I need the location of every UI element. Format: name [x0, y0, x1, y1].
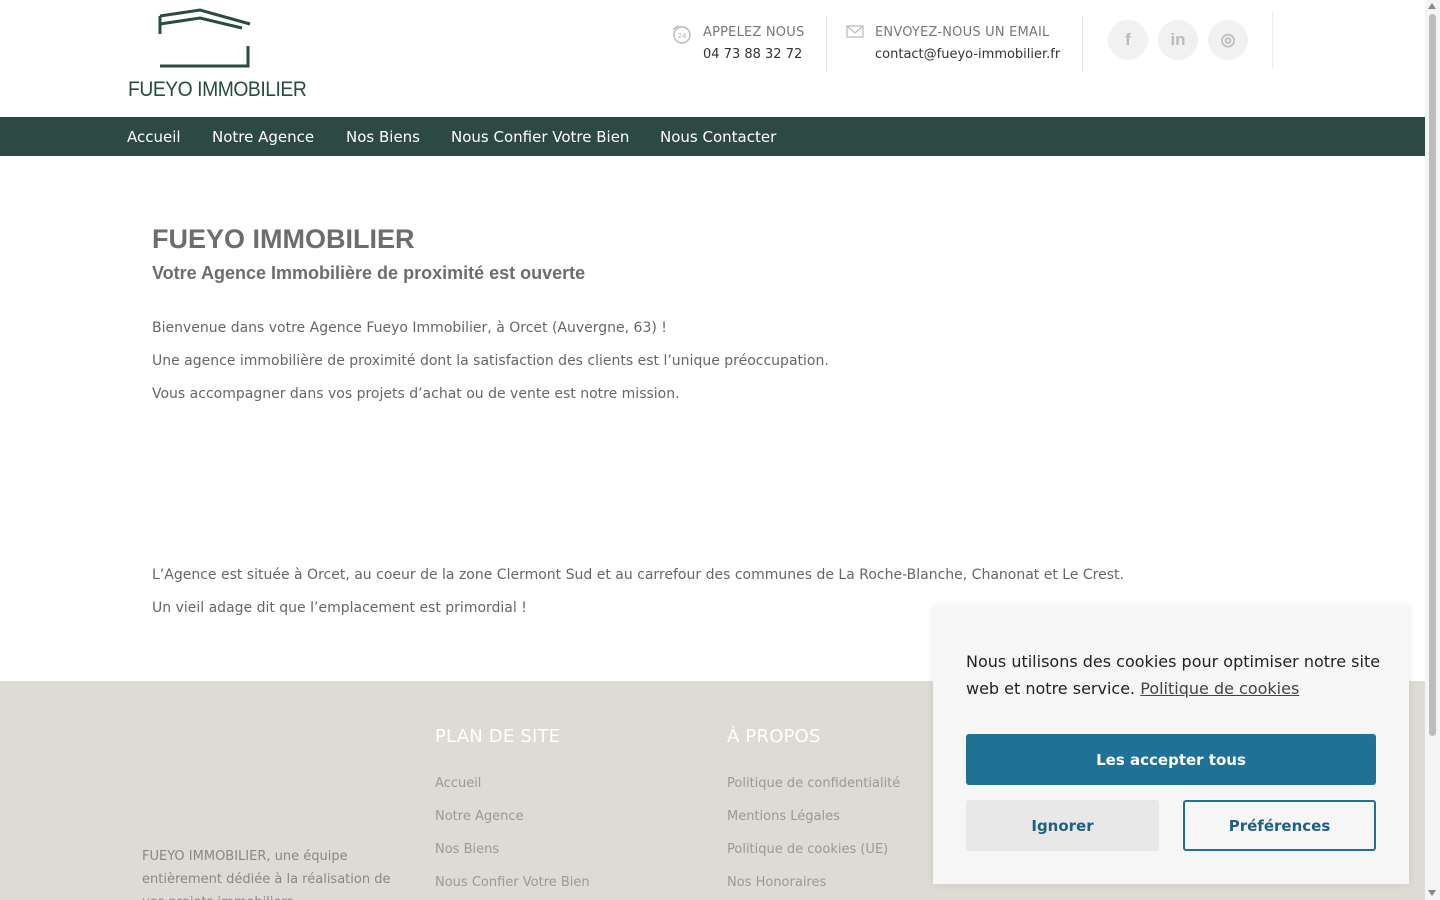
nav-item-nos-biens[interactable]: Nos Biens	[346, 128, 420, 146]
scroll-down-arrow-icon[interactable]	[1428, 890, 1436, 896]
site-header: FUEYO IMMOBILIER 24 APPELEZ NOUS 04 73 8…	[0, 0, 1425, 117]
location-paragraph-1: L’Agence est située à Orcet, au coeur de…	[152, 567, 1124, 583]
footer-description: FUEYO IMMOBILIER, une équipe entièrement…	[142, 849, 391, 900]
linkedin-icon[interactable]: in	[1158, 20, 1198, 60]
email-address[interactable]: contact@fueyo-immobilier.fr	[875, 47, 1060, 62]
footer-link-confidentialite[interactable]: Politique de confidentialité	[727, 776, 900, 791]
social-links: f in ◎	[1108, 20, 1248, 60]
cookie-message: Nous utilisons des cookies pour optimise…	[966, 648, 1386, 702]
cookie-policy-link[interactable]: Politique de cookies	[1140, 679, 1299, 698]
main-nav: Accueil Notre Agence Nos Biens Nous Conf…	[0, 117, 1425, 156]
nav-item-nous-confier[interactable]: Nous Confier Votre Bien	[451, 128, 629, 146]
phone-24-icon: 24	[672, 25, 691, 44]
facebook-icon[interactable]: f	[1108, 20, 1148, 60]
footer-link-mentions-legales[interactable]: Mentions Légales	[727, 809, 840, 824]
footer-link-nous-confier[interactable]: Nous Confier Votre Bien	[435, 875, 590, 890]
footer-link-politique-cookies[interactable]: Politique de cookies (UE)	[727, 842, 888, 857]
footer-about-title: À PROPOS	[727, 726, 821, 747]
page-title: FUEYO IMMOBILIER	[152, 224, 415, 254]
intro-paragraph-3: Vous accompagner dans vos projets d’acha…	[152, 386, 680, 402]
header-divider	[1272, 12, 1273, 68]
phone-label: APPELEZ NOUS	[703, 25, 805, 40]
contact-email[interactable]: ENVOYEZ-NOUS UN EMAIL contact@fueyo-immo…	[845, 16, 1083, 72]
footer-link-accueil[interactable]: Accueil	[435, 776, 481, 791]
svg-text:24: 24	[678, 32, 687, 40]
ignore-button[interactable]: Ignorer	[966, 800, 1159, 851]
nav-item-nous-contacter[interactable]: Nous Contacter	[660, 128, 776, 146]
page-subtitle: Votre Agence Immobilière de proximité es…	[152, 263, 586, 283]
instagram-icon[interactable]: ◎	[1208, 20, 1248, 60]
preferences-button[interactable]: Préférences	[1183, 800, 1376, 851]
phone-number[interactable]: 04 73 88 32 72	[703, 47, 802, 62]
scroll-thumb[interactable]	[1429, 14, 1436, 736]
site-logo[interactable]: FUEYO IMMOBILIER	[128, 8, 307, 104]
page-scrollbar[interactable]	[1425, 0, 1440, 900]
intro-paragraph-2: Une agence immobilière de proximité dont…	[152, 353, 829, 369]
email-label: ENVOYEZ-NOUS UN EMAIL	[875, 25, 1050, 40]
location-paragraph-2: Un vieil adage dit que l’emplacement est…	[152, 600, 527, 616]
logo-text: FUEYO IMMOBILIER	[128, 78, 307, 101]
scroll-up-arrow-icon[interactable]	[1428, 3, 1436, 9]
footer-link-honoraires[interactable]: Nos Honoraires	[727, 875, 826, 890]
envelope-icon	[846, 25, 864, 38]
house-logo-icon	[158, 8, 251, 68]
footer-link-nos-biens[interactable]: Nos Biens	[435, 842, 499, 857]
cookie-banner: Nous utilisons des cookies pour optimise…	[933, 606, 1409, 884]
footer-sitemap-title: PLAN DE SITE	[435, 726, 561, 747]
contact-phone[interactable]: 24 APPELEZ NOUS 04 73 88 32 72	[670, 16, 827, 72]
nav-item-accueil[interactable]: Accueil	[127, 128, 181, 146]
footer-link-notre-agence[interactable]: Notre Agence	[435, 809, 524, 824]
accept-all-button[interactable]: Les accepter tous	[966, 734, 1376, 785]
nav-item-notre-agence[interactable]: Notre Agence	[212, 128, 314, 146]
intro-paragraph-1: Bienvenue dans votre Agence Fueyo Immobi…	[152, 320, 667, 336]
